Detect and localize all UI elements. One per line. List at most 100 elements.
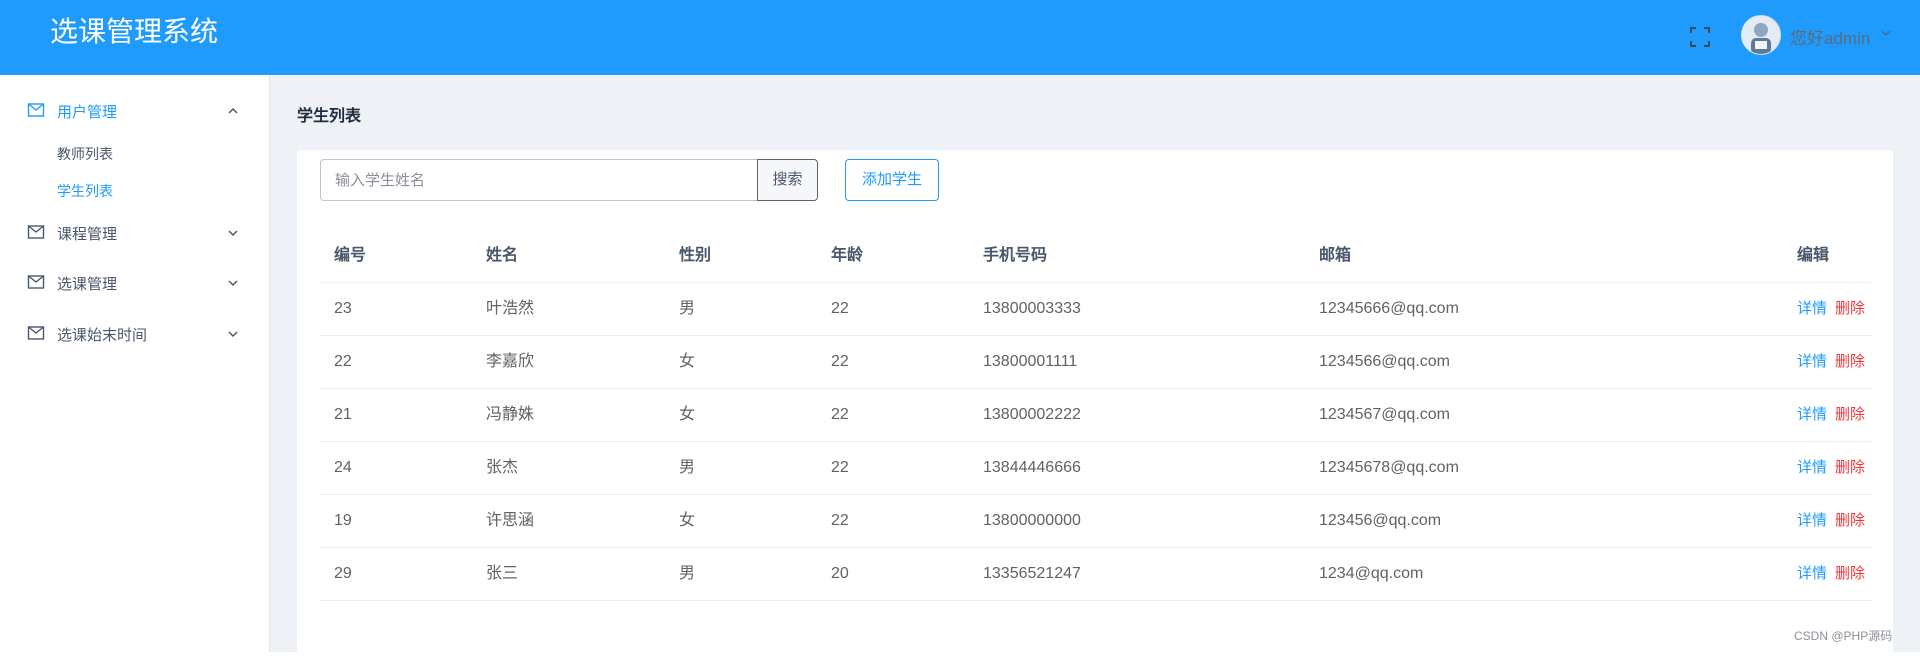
table-row: 29 张三 男 20 13356521247 1234@qq.com 详情 删除 bbox=[320, 548, 1872, 601]
cell-id: 21 bbox=[334, 406, 352, 423]
cell-id: 23 bbox=[334, 300, 352, 317]
chevron-up-icon bbox=[228, 107, 238, 114]
cell-phone: 13800001111 bbox=[983, 353, 1078, 370]
top-header: 选课管理系统 您好admin bbox=[0, 0, 1920, 75]
delete-link[interactable]: 删除 bbox=[1835, 353, 1865, 370]
table-row: 21 冯静姝 女 22 13800002222 1234567@qq.com 详情 删除 bbox=[320, 389, 1872, 442]
menu-label: 选课始末时间 bbox=[57, 327, 148, 344]
cell-email: 1234@qq.com bbox=[1319, 565, 1424, 582]
cell-email: 1234566@qq.com bbox=[1319, 353, 1450, 370]
app-title: 选课管理系统 bbox=[50, 15, 219, 48]
detail-link[interactable]: 详情 bbox=[1797, 459, 1827, 476]
cell-gender: 女 bbox=[679, 353, 696, 370]
cell-id: 29 bbox=[334, 565, 352, 582]
table-row: 22 李嘉欣 女 22 13800001111 1234566@qq.com 详情 删除 bbox=[320, 336, 1872, 389]
cell-name: 许思涵 bbox=[486, 512, 535, 529]
menu-selection-period[interactable]: 选课始末时间 bbox=[0, 314, 269, 354]
sidebar-item-label: 学生列表 bbox=[57, 183, 113, 199]
avatar[interactable] bbox=[1741, 15, 1781, 55]
cell-age: 22 bbox=[831, 353, 849, 370]
cell-email: 1234567@qq.com bbox=[1319, 406, 1450, 423]
cell-email: 12345666@qq.com bbox=[1319, 300, 1459, 317]
sidebar-item-teacher-list[interactable]: 教师列表 bbox=[0, 138, 269, 168]
user-menu-trigger[interactable]: 您好admin bbox=[1790, 24, 1870, 49]
delete-link[interactable]: 删除 bbox=[1835, 459, 1865, 476]
delete-link[interactable]: 删除 bbox=[1835, 512, 1865, 529]
menu-course-management[interactable]: 课程管理 bbox=[0, 213, 269, 253]
search-input[interactable] bbox=[320, 159, 758, 201]
user-avatar-icon bbox=[1742, 16, 1780, 54]
cell-age: 22 bbox=[831, 459, 849, 476]
cell-phone: 13356521247 bbox=[983, 565, 1081, 582]
chevron-down-icon bbox=[228, 230, 238, 237]
cell-phone: 13844446666 bbox=[983, 459, 1081, 476]
menu-label: 选课管理 bbox=[57, 276, 118, 293]
column-header-age: 年龄 bbox=[831, 247, 864, 264]
sidebar-item-student-list[interactable]: 学生列表 bbox=[0, 175, 269, 205]
table-row: 24 张杰 男 22 13844446666 12345678@qq.com 详情 删除 bbox=[320, 442, 1872, 495]
cell-age: 22 bbox=[831, 406, 849, 423]
cell-actions: 详情 删除 bbox=[1797, 495, 1865, 547]
chevron-down-icon bbox=[228, 280, 238, 287]
cell-age: 20 bbox=[831, 565, 849, 582]
cell-actions: 详情 删除 bbox=[1797, 548, 1865, 600]
cell-phone: 13800003333 bbox=[983, 300, 1081, 317]
cell-actions: 详情 删除 bbox=[1797, 283, 1865, 335]
mail-icon bbox=[27, 326, 45, 340]
cell-name: 叶浩然 bbox=[486, 300, 535, 317]
mail-icon bbox=[27, 103, 45, 117]
chevron-down-icon[interactable] bbox=[1880, 27, 1892, 39]
mail-icon bbox=[27, 275, 45, 289]
detail-link[interactable]: 详情 bbox=[1797, 512, 1827, 529]
delete-link[interactable]: 删除 bbox=[1835, 565, 1865, 582]
detail-link[interactable]: 详情 bbox=[1797, 353, 1827, 370]
detail-link[interactable]: 详情 bbox=[1797, 300, 1827, 317]
detail-link[interactable]: 详情 bbox=[1797, 565, 1827, 582]
cell-id: 22 bbox=[334, 353, 352, 370]
main-content: 学生列表 搜索 添加学生 编号 姓名 性别 年龄 手机号码 邮箱 编辑 23 叶浩… bbox=[270, 75, 1920, 670]
cell-gender: 男 bbox=[679, 459, 696, 476]
search-button[interactable]: 搜索 bbox=[757, 159, 818, 201]
table-row: 19 许思涵 女 22 13800000000 123456@qq.com 详情 删除 bbox=[320, 495, 1872, 548]
add-student-button[interactable]: 添加学生 bbox=[845, 159, 939, 201]
cell-name: 张三 bbox=[486, 565, 519, 582]
menu-selection-management[interactable]: 选课管理 bbox=[0, 263, 269, 303]
cell-name: 李嘉欣 bbox=[486, 353, 535, 370]
menu-label: 课程管理 bbox=[57, 226, 118, 243]
page-title: 学生列表 bbox=[297, 108, 362, 125]
cell-gender: 女 bbox=[679, 406, 696, 423]
sidebar-item-label: 教师列表 bbox=[57, 146, 113, 162]
column-header-name: 姓名 bbox=[486, 247, 519, 264]
student-list-card: 搜索 添加学生 编号 姓名 性别 年龄 手机号码 邮箱 编辑 23叶浩然男221… bbox=[297, 150, 1893, 670]
column-header-email: 邮箱 bbox=[1319, 247, 1352, 264]
cell-actions: 详情 删除 bbox=[1797, 442, 1865, 494]
table-body: 23 叶浩然男 22 13800003333 12345666@qq.com 详情 删除 22… bbox=[320, 283, 1872, 601]
mail-icon bbox=[27, 225, 45, 239]
cell-id: 24 bbox=[334, 459, 352, 476]
column-header-edit: 编辑 bbox=[1797, 247, 1830, 264]
cell-email: 123456@qq.com bbox=[1319, 512, 1442, 529]
watermark: CSDN @PHP源码 bbox=[1794, 629, 1893, 643]
delete-link[interactable]: 删除 bbox=[1835, 406, 1865, 423]
cell-actions: 详情 删除 bbox=[1797, 389, 1865, 441]
cell-age: 22 bbox=[831, 300, 849, 317]
column-header-phone: 手机号码 bbox=[983, 247, 1048, 264]
cell-email: 12345678@qq.com bbox=[1319, 459, 1459, 476]
cell-name: 冯静姝 bbox=[486, 406, 535, 423]
cell-name: 张杰 bbox=[486, 459, 519, 476]
cell-age: 22 bbox=[831, 512, 849, 529]
cell-phone: 13800000000 bbox=[983, 512, 1081, 529]
menu-label: 用户管理 bbox=[57, 104, 118, 121]
cell-id: 19 bbox=[334, 512, 352, 529]
delete-link[interactable]: 删除 bbox=[1835, 300, 1865, 317]
table-header-row: 编号 姓名 性别 年龄 手机号码 邮箱 编辑 bbox=[320, 230, 1872, 283]
cell-actions: 详情 删除 bbox=[1797, 336, 1865, 388]
detail-link[interactable]: 详情 bbox=[1797, 406, 1827, 423]
sidebar: 用户管理 教师列表 学生列表 课程管理 选课管理 选课始末时间 bbox=[0, 75, 270, 652]
cell-phone: 13800002222 bbox=[983, 406, 1081, 423]
column-header-id: 编号 bbox=[334, 247, 367, 264]
student-table: 编号 姓名 性别 年龄 手机号码 邮箱 编辑 23 叶浩然男 22 138000033… bbox=[320, 230, 1872, 601]
fullscreen-icon[interactable] bbox=[1688, 25, 1712, 49]
cell-gender: 男 bbox=[679, 300, 696, 317]
menu-user-management[interactable]: 用户管理 bbox=[0, 91, 269, 131]
